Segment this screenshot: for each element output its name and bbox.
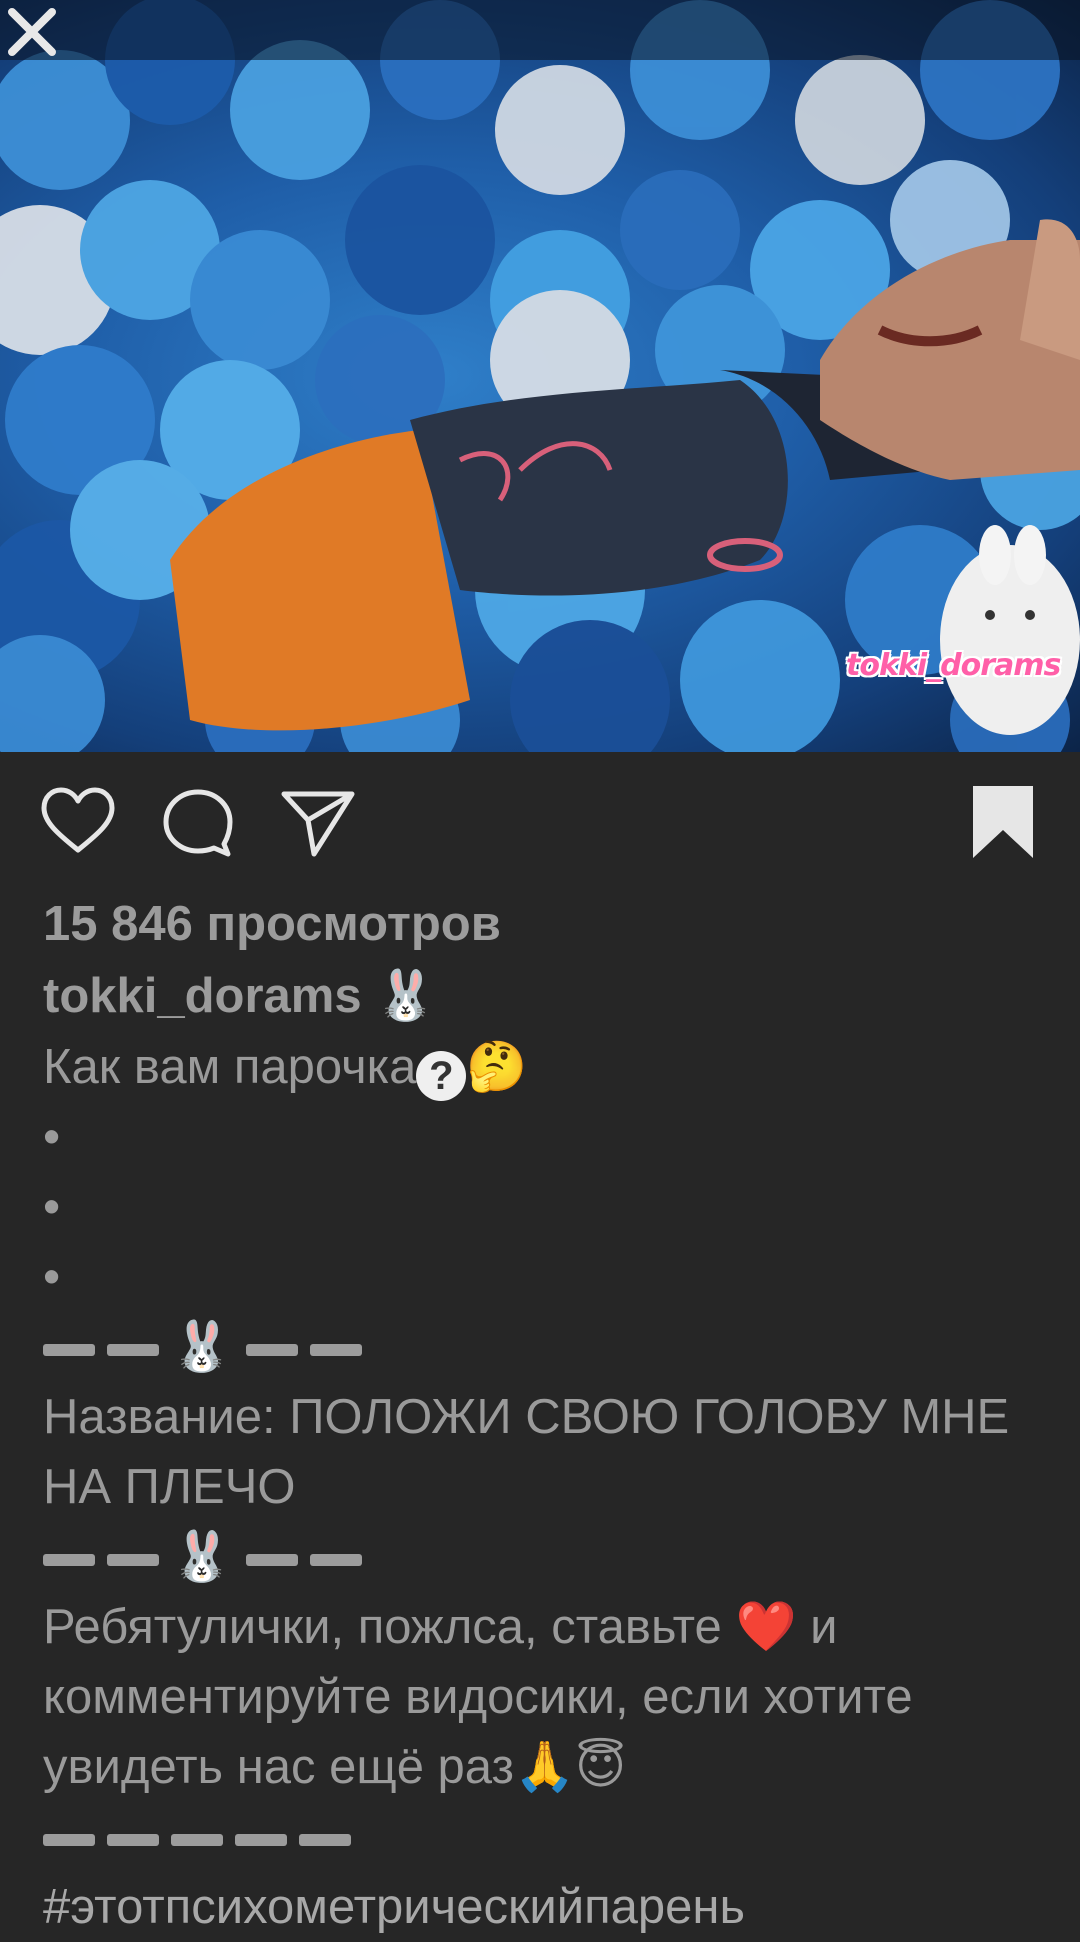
caption-dot: •	[43, 1110, 61, 1164]
watermark-text: tokki_dorams	[846, 648, 1061, 683]
close-icon[interactable]	[0, 0, 64, 64]
caption-question-text: Как вам парочка	[43, 1040, 417, 1094]
paper-plane-icon[interactable]	[278, 782, 358, 862]
comment-bubble-icon[interactable]	[158, 782, 238, 862]
caption-request-text: Ребятулички, пожлса, ставьте	[43, 1600, 722, 1654]
caption-hashtag[interactable]: #этотпсихометрическийпарень	[43, 1872, 1043, 1942]
author-line: tokki_dorams 🐰	[43, 960, 1043, 1032]
divider-rabbit-emoji: 🐰	[171, 1318, 233, 1375]
caption-dot: •	[43, 1250, 61, 1304]
thinking-emoji: 🤔	[466, 1038, 528, 1095]
divider-dash	[43, 1834, 95, 1847]
divider-dash	[171, 1834, 223, 1847]
divider-dash	[107, 1344, 159, 1357]
bookmark-icon[interactable]	[963, 782, 1043, 862]
caption-question-line: Как вам парочка? 🤔	[43, 1032, 1043, 1102]
divider-dash	[245, 1554, 298, 1567]
divider-dash	[43, 1554, 95, 1567]
heart-icon[interactable]	[38, 782, 118, 862]
views-count[interactable]: 15 846 просмотров	[43, 888, 1043, 960]
divider-dash	[235, 1834, 287, 1847]
caption-divider: 🐰	[43, 1522, 1043, 1592]
caption-divider: 🐰	[43, 1312, 1043, 1382]
divider-dash	[299, 1834, 351, 1847]
post-video[interactable]: tokki_dorams	[0, 0, 1080, 752]
divider-dash	[107, 1834, 159, 1847]
divider-dash	[245, 1344, 298, 1357]
divider-rabbit-emoji: 🐰	[171, 1528, 233, 1585]
divider-dash	[107, 1554, 159, 1567]
post-caption: 15 846 просмотров tokki_dorams 🐰 Как вам…	[43, 888, 1043, 1942]
video-frame	[0, 0, 1080, 752]
question-mark-emoji: ?	[416, 1051, 467, 1101]
caption-divider-long	[43, 1802, 1043, 1872]
heart-emoji: ❤️	[735, 1598, 797, 1655]
author-emoji: 🐰	[375, 967, 437, 1024]
author-username[interactable]: tokki_dorams	[43, 969, 362, 1023]
pray-angel-emoji: 🙏😇	[513, 1738, 627, 1795]
divider-dash	[43, 1344, 95, 1357]
caption-dot: •	[43, 1180, 61, 1234]
caption-request: Ребятулички, пожлса, ставьте ❤️ и коммен…	[43, 1592, 1043, 1802]
post-action-bar	[0, 752, 1080, 884]
caption-title: Название: ПОЛОЖИ СВОЮ ГОЛОВУ МНЕ НА ПЛЕЧ…	[43, 1390, 1010, 1514]
divider-dash	[309, 1344, 362, 1357]
divider-dash	[309, 1554, 362, 1567]
